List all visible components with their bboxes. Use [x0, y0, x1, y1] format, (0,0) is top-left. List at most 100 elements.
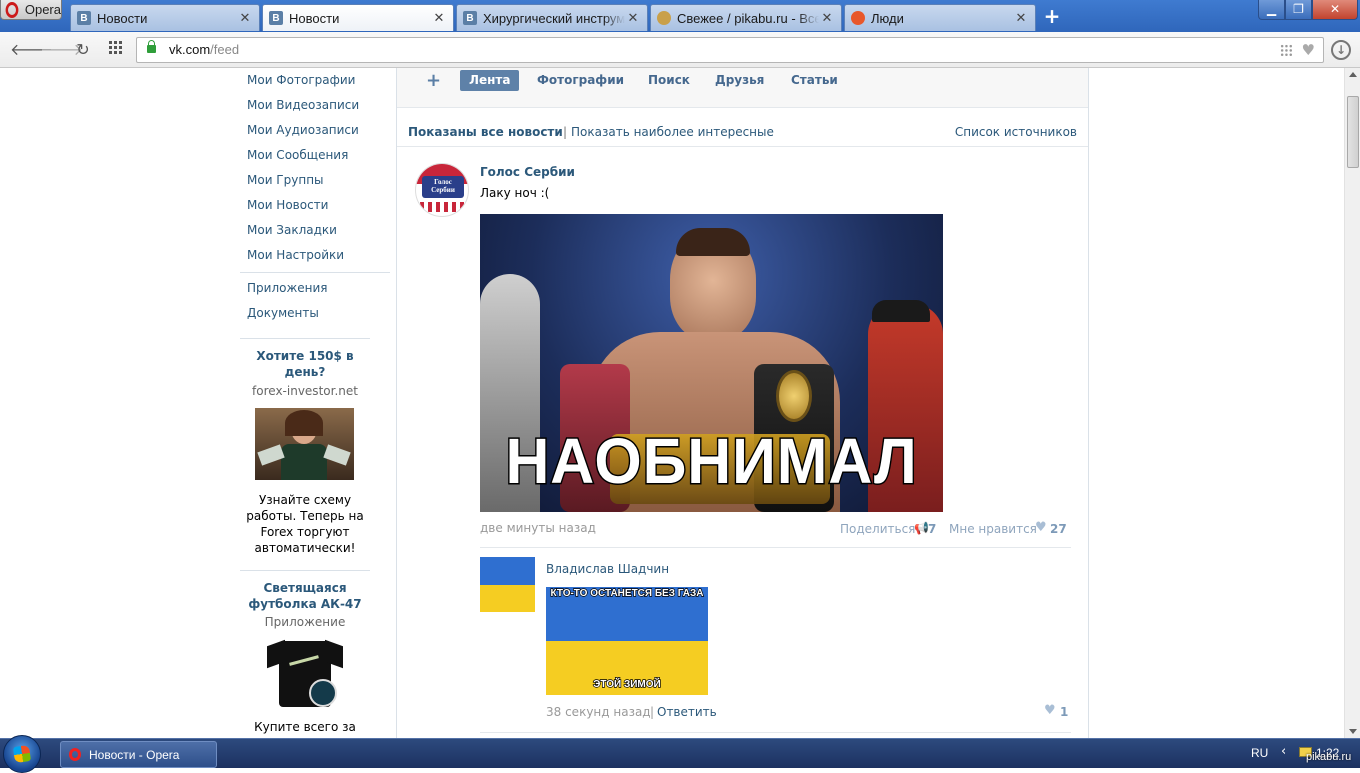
post-author-name[interactable]: Голос Сербии [480, 165, 575, 179]
opera-logo-icon [5, 1, 19, 18]
ad-text: Узнайте схему работы. Теперь на Forex то… [246, 493, 364, 555]
post-divider [480, 547, 1071, 548]
tab-close-icon[interactable]: ✕ [431, 11, 447, 26]
windows-logo-icon [12, 744, 32, 764]
comment-divider [480, 732, 1071, 733]
windows-taskbar: Новости - Opera RU ‹ 1:22 pikabu.ru [0, 735, 1360, 773]
taskbar-item-opera[interactable]: Новости - Opera [60, 741, 217, 768]
sources-list-link[interactable]: Список источников [955, 125, 1077, 139]
ad-title[interactable]: Хотите 150$ в день? [240, 348, 370, 380]
bookmark-heart-icon[interactable]: ♥ [1302, 41, 1315, 59]
menu-item-messages[interactable]: Мои Сообщения [240, 143, 390, 168]
megaphone-icon[interactable]: 📢 [914, 521, 929, 535]
speed-dial-add-icon[interactable] [1280, 44, 1293, 57]
taskbar-item-label: Новости - Opera [89, 747, 180, 762]
pikabu-favicon-icon [657, 11, 671, 25]
opera-menu-button[interactable]: Opera [0, 0, 62, 20]
comment-author-avatar[interactable] [480, 557, 535, 612]
ad-image[interactable] [255, 408, 354, 480]
tab-title: Хирургический инструмент [483, 10, 625, 26]
menu-item-groups[interactable]: Мои Группы [240, 168, 390, 193]
feed-filter-bar: Показаны все новости | Показать наиболее… [397, 124, 1088, 147]
comment-timestamp[interactable]: 38 секунд назад [546, 705, 651, 719]
like-count: 27 [1050, 522, 1067, 536]
menu-item-documents[interactable]: Документы [240, 301, 390, 326]
ad-divider [240, 570, 370, 571]
filter-all-news[interactable]: Показаны все новости [408, 125, 563, 139]
url-path: /feed [210, 42, 240, 57]
new-tab-button[interactable]: + [1042, 6, 1062, 26]
tab-title: Свежее / pikabu.ru - Все [677, 10, 819, 26]
browser-tab-active[interactable]: В Новости ✕ [262, 4, 454, 31]
ad-image[interactable] [265, 637, 345, 709]
filter-separator: | [563, 125, 568, 139]
forward-arrow-icon[interactable]: 🡒 [40, 40, 83, 60]
menu-item-audio[interactable]: Мои Аудиозаписи [240, 118, 390, 143]
filter-interesting-news[interactable]: Показать наиболее интересные [571, 125, 774, 139]
menu-item-settings[interactable]: Мои Настройки [240, 243, 390, 268]
ad-block-forex[interactable]: Хотите 150$ в день? forex-investor.net У… [240, 348, 370, 556]
url-text[interactable]: vk.com/feed [169, 42, 239, 57]
browser-tab[interactable]: В Новости ✕ [70, 4, 260, 31]
post-timestamp[interactable]: две минуты назад [480, 521, 596, 535]
comment-photo[interactable]: КТО-ТО ОСТАНЕТСЯ БЕЗ ГАЗА ЭТОЙ ЗИМОЙ [546, 587, 708, 695]
add-post-plus-icon[interactable]: + [426, 70, 441, 91]
tab-photos[interactable]: Фотографии [528, 70, 633, 91]
tab-close-icon[interactable]: ✕ [1013, 11, 1029, 26]
tab-close-icon[interactable]: ✕ [819, 11, 835, 26]
back-arrow-icon[interactable]: 🡐 [10, 40, 53, 60]
post-photo-caption: НАОБНИМАЛ [504, 424, 918, 499]
download-icon[interactable]: ↓ [1331, 40, 1351, 60]
tray-expand-arrow-icon[interactable]: ‹ [1281, 744, 1286, 759]
vk-favicon-icon: В [77, 11, 91, 25]
window-minimize-button[interactable]: ▁ [1258, 0, 1285, 20]
avatar-text: Голос Сербии [431, 178, 455, 194]
people-favicon-icon [851, 11, 865, 25]
menu-item-apps[interactable]: Приложения [240, 276, 390, 301]
language-indicator[interactable]: RU [1251, 746, 1268, 760]
feed-column: + Лента Фотографии Поиск Друзья Статьи П… [396, 68, 1089, 738]
tab-title: Люди [871, 10, 904, 26]
ad-text: Купите всего за 530 [254, 720, 356, 738]
feed-tabs: + Лента Фотографии Поиск Друзья Статьи [397, 68, 1088, 108]
browser-tab[interactable]: Свежее / pikabu.ru - Все ✕ [650, 4, 842, 31]
menu-item-bookmarks[interactable]: Мои Закладки [240, 218, 390, 243]
post-photo[interactable]: НАОБНИМАЛ [480, 214, 943, 512]
scroll-up-arrow-icon[interactable] [1349, 72, 1357, 77]
browser-tab[interactable]: В Хирургический инструмент ✕ [456, 4, 648, 31]
tab-feed[interactable]: Лента [460, 70, 520, 91]
window-close-button[interactable]: ✕ [1312, 0, 1358, 20]
heart-icon[interactable]: ♥ [1035, 520, 1047, 535]
ad-subtitle: Приложение [264, 615, 346, 629]
comment-author-name[interactable]: Владислав Шадчин [546, 562, 669, 576]
page-scrollbar[interactable] [1344, 68, 1360, 738]
share-count: 7 [928, 522, 937, 536]
tab-friends[interactable]: Друзья [706, 70, 773, 91]
menu-item-videos[interactable]: Мои Видеозаписи [240, 93, 390, 118]
heart-icon[interactable]: ♥ [1044, 703, 1056, 718]
address-bar[interactable]: vk.com/feed ♥ [136, 37, 1324, 63]
speed-dial-grid-icon[interactable] [106, 40, 126, 60]
tab-articles[interactable]: Статьи [782, 70, 847, 91]
tab-close-icon[interactable]: ✕ [237, 11, 253, 26]
tab-search[interactable]: Поиск [639, 70, 699, 91]
post-author-avatar[interactable]: Голос Сербии [415, 163, 469, 217]
tab-close-icon[interactable]: ✕ [625, 11, 641, 26]
menu-item-news[interactable]: Мои Новости [240, 193, 390, 218]
url-host: vk.com [169, 42, 211, 57]
scrollbar-thumb[interactable] [1347, 96, 1359, 168]
vk-favicon-icon: В [269, 11, 283, 25]
reload-icon[interactable]: ↻ [73, 40, 93, 60]
ad-title[interactable]: Светящаяся футболка АК-47 [240, 580, 370, 612]
scroll-down-arrow-icon[interactable] [1349, 729, 1357, 734]
comment-photo-bottom-caption: ЭТОЙ ЗИМОЙ [593, 678, 662, 690]
window-maximize-button[interactable]: ❐ [1285, 0, 1312, 20]
share-button[interactable]: Поделиться [840, 522, 915, 536]
browser-tab[interactable]: Люди ✕ [844, 4, 1036, 31]
like-button[interactable]: Мне нравится [949, 522, 1037, 536]
start-button[interactable] [3, 735, 41, 773]
menu-item-photos[interactable]: Мои Фотографии [240, 68, 390, 93]
tab-title: Новости [289, 10, 340, 26]
ad-block-tshirt[interactable]: Светящаяся футболка АК-47 Приложение Куп… [240, 580, 370, 738]
reply-button[interactable]: Ответить [657, 705, 717, 719]
